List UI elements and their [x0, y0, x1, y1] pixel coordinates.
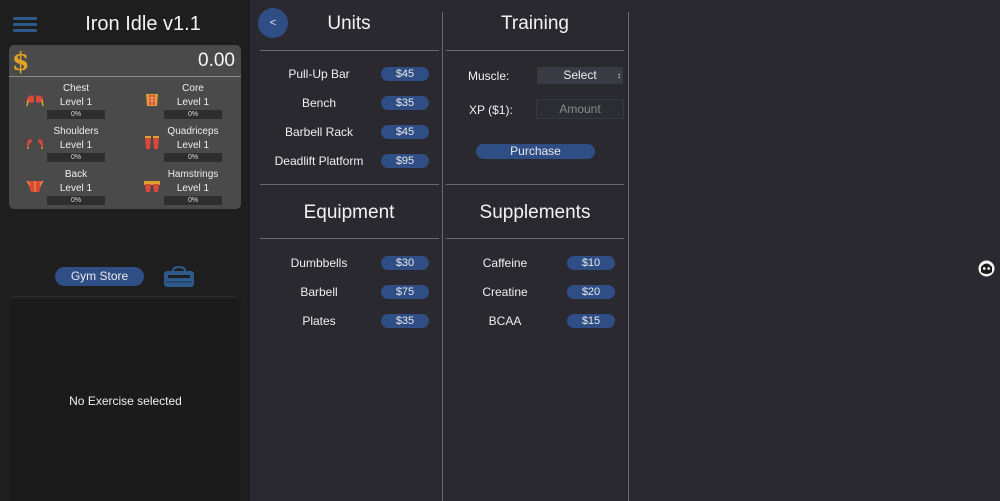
muscle-level: Level 1 [59, 183, 93, 194]
unit-name-bench: Bench [301, 96, 337, 110]
equipment-name-dumbbells: Dumbbells [290, 256, 348, 270]
unit-name-barbell-rack: Barbell Rack [284, 125, 354, 139]
sidebar-divider [11, 296, 236, 297]
buy-dumbbells-button[interactable]: $30 [381, 256, 429, 270]
buy-caffeine-button[interactable]: $10 [567, 256, 615, 270]
unit-name-deadlift-platform: Deadlift Platform [274, 154, 364, 168]
select-arrows-icon: ↕ [617, 71, 621, 80]
muscle-level: Level 1 [176, 183, 210, 194]
buy-pull-up-bar-button[interactable]: $45 [381, 67, 429, 81]
supplement-name-caffeine: Caffeine [482, 256, 528, 270]
sidebar: Iron Idle v1.1 $ 0.00 Chest Level 1 0% C… [0, 0, 250, 501]
supplements-title: Supplements [479, 202, 591, 223]
muscle-quadriceps[interactable]: Quadriceps Level 1 0% [126, 126, 242, 168]
muscle-level: Level 1 [176, 140, 210, 151]
column-divider [628, 12, 629, 501]
muscle-progress-bar: 0% [164, 153, 222, 162]
muscle-name: Shoulders [53, 126, 99, 137]
exercise-panel: No Exercise selected [10, 299, 241, 501]
muscle-name: Core [182, 83, 204, 94]
muscle-progress-bar: 0% [47, 110, 105, 119]
avatar-icon[interactable] [978, 260, 995, 277]
muscle-progress-bar: 0% [164, 196, 222, 205]
muscle-level: Level 1 [176, 97, 210, 108]
equipment-title: Equipment [303, 202, 395, 223]
muscle-name: Quadriceps [167, 126, 219, 137]
shoulders-icon [27, 139, 43, 149]
money-row: $ 0.00 [9, 45, 241, 77]
muscle-label: Muscle: [468, 69, 510, 83]
dollar-icon: $ [12, 47, 30, 76]
supplement-name-creatine: Creatine [482, 285, 528, 299]
muscle-name: Back [64, 169, 88, 180]
units-divider [260, 50, 439, 51]
back-icon [26, 180, 44, 192]
muscle-back[interactable]: Back Level 1 0% [9, 169, 125, 211]
muscle-select[interactable]: Select ↕ [536, 66, 624, 85]
buy-barbell-button[interactable]: $75 [381, 285, 429, 299]
muscle-progress-bar: 0% [47, 196, 105, 205]
buy-barbell-rack-button[interactable]: $45 [381, 125, 429, 139]
muscle-shoulders[interactable]: Shoulders Level 1 0% [9, 126, 125, 168]
buy-creatine-button[interactable]: $20 [567, 285, 615, 299]
training-title: Training [501, 13, 569, 34]
equipment-name-plates: Plates [302, 314, 336, 328]
supplements-divider [446, 238, 624, 239]
muscle-name: Chest [62, 83, 90, 94]
stats-panel: $ 0.00 Chest Level 1 0% Core Level 1 0% [9, 45, 241, 209]
gym-bag-icon[interactable] [162, 265, 196, 289]
buy-bcaa-button[interactable]: $15 [567, 314, 615, 328]
muscle-chest[interactable]: Chest Level 1 0% [9, 83, 125, 125]
sidebar-header: Iron Idle v1.1 [0, 0, 250, 44]
units-title: Units [327, 13, 371, 34]
training-bottom-divider [446, 184, 624, 185]
muscle-progress-bar: 0% [164, 110, 222, 119]
equipment-name-barbell: Barbell [300, 285, 338, 299]
muscle-select-value: Select [563, 68, 597, 82]
xp-label: XP ($1): [469, 103, 513, 117]
muscle-progress-bar: 0% [47, 153, 105, 162]
muscle-level: Level 1 [59, 140, 93, 151]
core-icon [146, 94, 158, 106]
unit-name-pull-up-bar: Pull-Up Bar [288, 67, 350, 81]
no-exercise-message: No Exercise selected [69, 394, 182, 408]
muscle-level: Level 1 [59, 97, 93, 108]
buy-deadlift-platform-button[interactable]: $95 [381, 154, 429, 168]
app-title: Iron Idle v1.1 [85, 13, 201, 35]
purchase-button[interactable]: Purchase [476, 144, 595, 159]
column-divider [442, 12, 443, 501]
gym-store-button[interactable]: Gym Store [55, 267, 144, 286]
units-bottom-divider [260, 184, 439, 185]
supplement-name-bcaa: BCAA [488, 314, 522, 328]
xp-amount-input[interactable] [536, 99, 624, 119]
muscle-core[interactable]: Core Level 1 0% [126, 83, 242, 125]
training-divider [446, 50, 624, 51]
hamstrings-icon [144, 181, 160, 192]
quadriceps-icon [145, 136, 159, 149]
money-value: 0.00 [198, 50, 235, 71]
muscle-name: Hamstrings [167, 169, 219, 180]
buy-bench-button[interactable]: $35 [381, 96, 429, 110]
equipment-divider [260, 238, 439, 239]
muscle-hamstrings[interactable]: Hamstrings Level 1 0% [126, 169, 242, 211]
chest-icon [26, 95, 44, 107]
buy-plates-button[interactable]: $35 [381, 314, 429, 328]
